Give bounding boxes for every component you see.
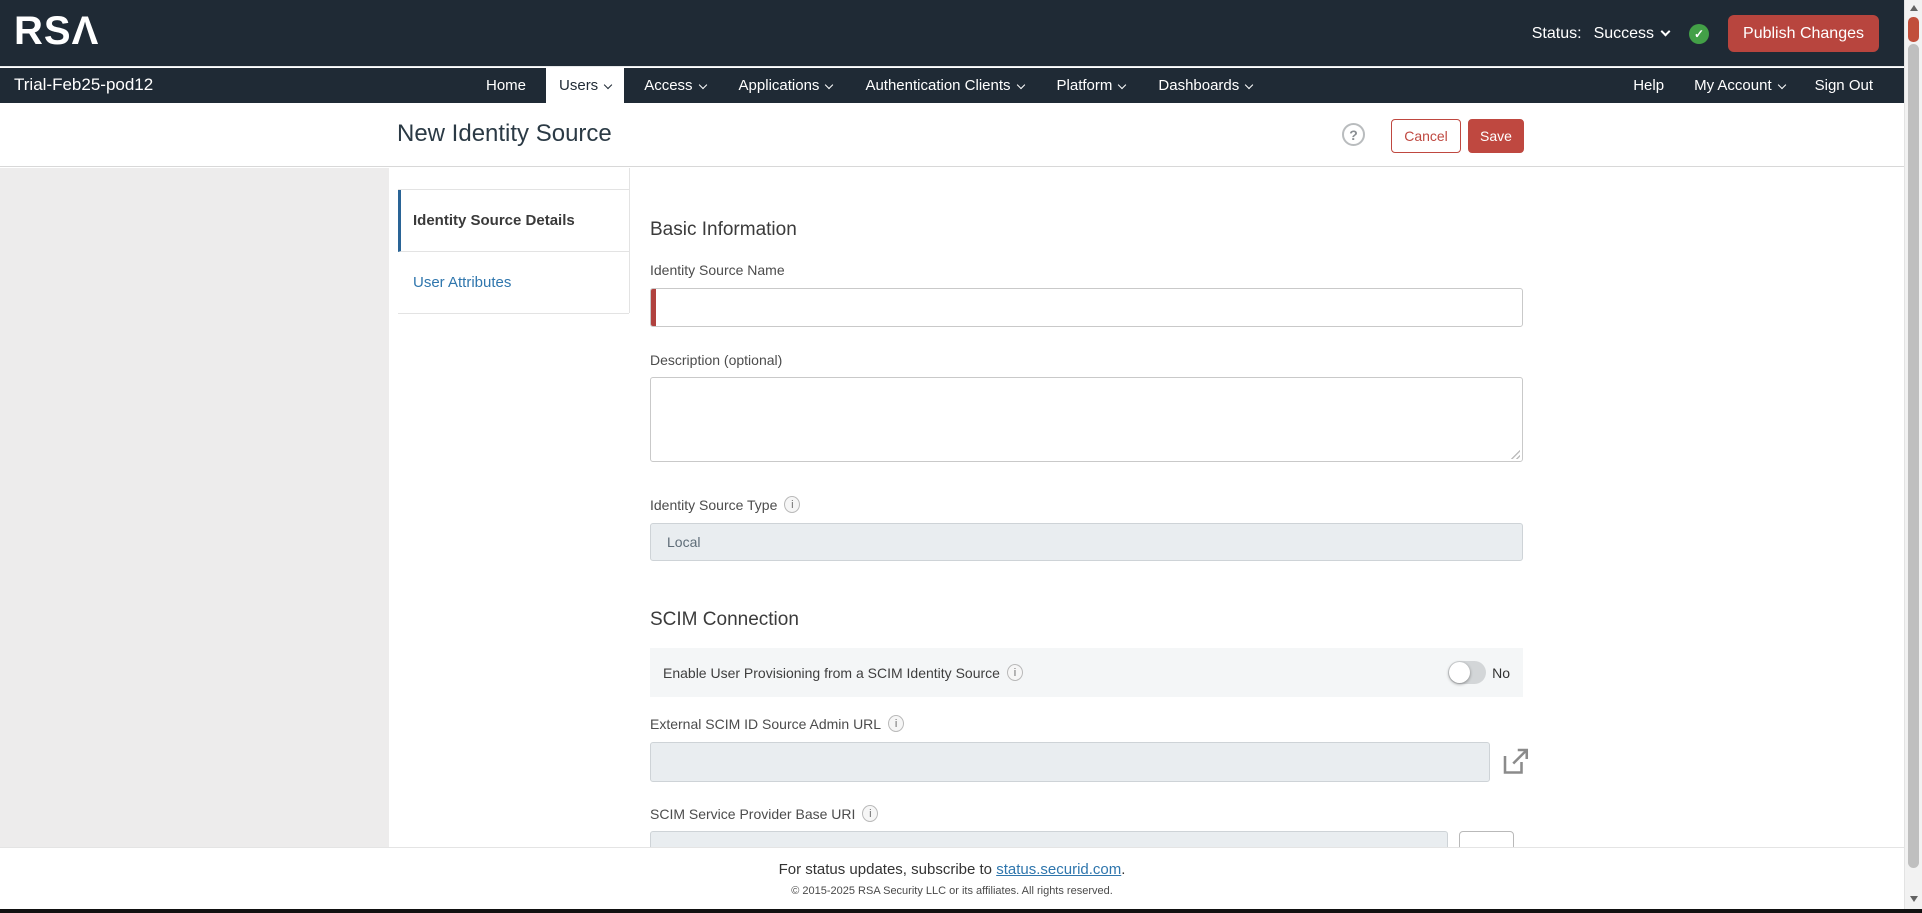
external-link-icon [1496, 744, 1532, 780]
info-icon[interactable]: i [862, 805, 878, 822]
nav-item-access[interactable]: Access [631, 68, 718, 103]
info-icon[interactable]: i [888, 715, 904, 732]
identity-source-name-input[interactable] [650, 288, 1523, 327]
footer-status-suffix: . [1121, 861, 1125, 878]
external-link-button[interactable] [1496, 744, 1532, 783]
identity-source-name-label: Identity Source Name [650, 262, 785, 278]
footer-copyright: © 2015-2025 RSA Security LLC or its affi… [0, 885, 1904, 897]
window-bottom-edge [0, 909, 1922, 913]
utility-nav: Help My Account Sign Out [1618, 68, 1888, 103]
nav-item-authentication-clients[interactable]: Authentication Clients [852, 68, 1036, 103]
info-icon[interactable]: i [1007, 664, 1023, 681]
page-header-bar: New Identity Source [0, 103, 1904, 167]
nav-item-label: Sign Out [1815, 77, 1873, 94]
scroll-up-button[interactable] [1905, 0, 1922, 16]
nav-item-label: Applications [739, 77, 820, 94]
success-check-icon: ✓ [1689, 24, 1709, 44]
nav-item-platform[interactable]: Platform [1044, 68, 1139, 103]
provisioning-toggle[interactable] [1448, 661, 1486, 684]
scroll-thumb[interactable] [1908, 44, 1919, 868]
footer-status-text: For status updates, subscribe to status.… [0, 861, 1904, 878]
scroll-down-arrow-icon [1910, 896, 1918, 902]
nav-item-label: Dashboards [1158, 77, 1239, 94]
nav-bar: Trial-Feb25-pod12 Home Users Access Appl… [0, 68, 1904, 103]
tab-label: Identity Source Details [413, 212, 575, 229]
help-icon[interactable]: ? [1342, 123, 1365, 146]
nav-item-dashboards[interactable]: Dashboards [1145, 68, 1265, 103]
cancel-button[interactable]: Cancel [1391, 119, 1461, 153]
section-heading-scim: SCIM Connection [650, 609, 799, 631]
enable-provisioning-label: Enable User Provisioning from a SCIM Ide… [663, 665, 1000, 681]
nav-item-label: Access [644, 77, 692, 94]
external-scim-url-label: External SCIM ID Source Admin URL i [650, 715, 904, 732]
status-dropdown[interactable]: Success [1594, 25, 1669, 43]
nav-item-label: Users [559, 77, 598, 94]
tab-identity-source-details[interactable]: Identity Source Details [398, 190, 629, 252]
scroll-down-button[interactable] [1905, 891, 1922, 907]
tenant-name: Trial-Feb25-pod12 [14, 75, 153, 95]
status-label: Status: [1532, 25, 1582, 43]
chevron-down-icon [1118, 80, 1126, 88]
main-nav: Home Users Access Applications Authentic… [473, 68, 1272, 103]
identity-source-name-field [650, 288, 1523, 327]
scim-base-uri-label: SCIM Service Provider Base URI i [650, 805, 878, 822]
nav-item-users[interactable]: Users [546, 68, 624, 103]
vertical-scrollbar[interactable] [1904, 0, 1922, 909]
nav-item-label: My Account [1694, 77, 1772, 94]
chevron-down-icon [604, 80, 612, 88]
toggle-knob [1449, 662, 1470, 683]
scroll-up-arrow-icon [1910, 5, 1918, 11]
nav-item-label: Help [1633, 77, 1664, 94]
enable-provisioning-row: Enable User Provisioning from a SCIM Ide… [650, 648, 1523, 697]
nav-item-home[interactable]: Home [473, 68, 539, 103]
external-scim-url-input [650, 742, 1490, 782]
nav-item-my-account[interactable]: My Account [1679, 68, 1800, 103]
status-link[interactable]: status.securid.com [996, 861, 1121, 878]
info-icon[interactable]: i [784, 496, 800, 513]
sidebar-tabs: Identity Source Details User Attributes [398, 189, 629, 314]
nav-item-help[interactable]: Help [1618, 68, 1679, 103]
tab-label: User Attributes [413, 274, 511, 291]
label-text: SCIM Service Provider Base URI [650, 806, 855, 822]
nav-item-label: Home [486, 77, 526, 94]
sidebar-divider [629, 168, 630, 313]
save-button[interactable]: Save [1468, 119, 1524, 153]
chevron-down-icon [698, 80, 706, 88]
description-textarea[interactable] [650, 377, 1523, 462]
chevron-down-icon [1245, 80, 1253, 88]
chevron-down-icon [1016, 80, 1024, 88]
left-margin-panel [0, 168, 389, 847]
publish-changes-button[interactable]: Publish Changes [1728, 15, 1879, 52]
nav-item-sign-out[interactable]: Sign Out [1800, 68, 1888, 103]
chevron-down-icon [1661, 27, 1671, 37]
nav-item-label: Platform [1057, 77, 1113, 94]
label-text: External SCIM ID Source Admin URL [650, 716, 881, 732]
description-label: Description (optional) [650, 352, 782, 368]
rsa-logo[interactable]: RSΛ [14, 9, 99, 54]
identity-source-type-input [650, 523, 1523, 561]
status-value: Success [1594, 25, 1654, 43]
identity-source-type-label: Identity Source Type i [650, 496, 800, 513]
status-group: Status: Success ✓ Publish Changes [1532, 0, 1879, 67]
top-bar: RSΛ Status: Success ✓ Publish Changes [0, 0, 1904, 67]
toggle-state-label: No [1492, 665, 1510, 681]
tab-user-attributes[interactable]: User Attributes [398, 252, 629, 314]
label-text: Identity Source Type [650, 497, 777, 513]
scroll-marker [1908, 17, 1919, 42]
footer: For status updates, subscribe to status.… [0, 847, 1904, 909]
nav-item-applications[interactable]: Applications [726, 68, 846, 103]
chevron-down-icon [825, 80, 833, 88]
section-heading-basic: Basic Information [650, 219, 797, 241]
footer-status-prefix: For status updates, subscribe to [779, 861, 997, 878]
page-title: New Identity Source [397, 120, 612, 148]
nav-item-label: Authentication Clients [865, 77, 1010, 94]
chevron-down-icon [1777, 80, 1785, 88]
